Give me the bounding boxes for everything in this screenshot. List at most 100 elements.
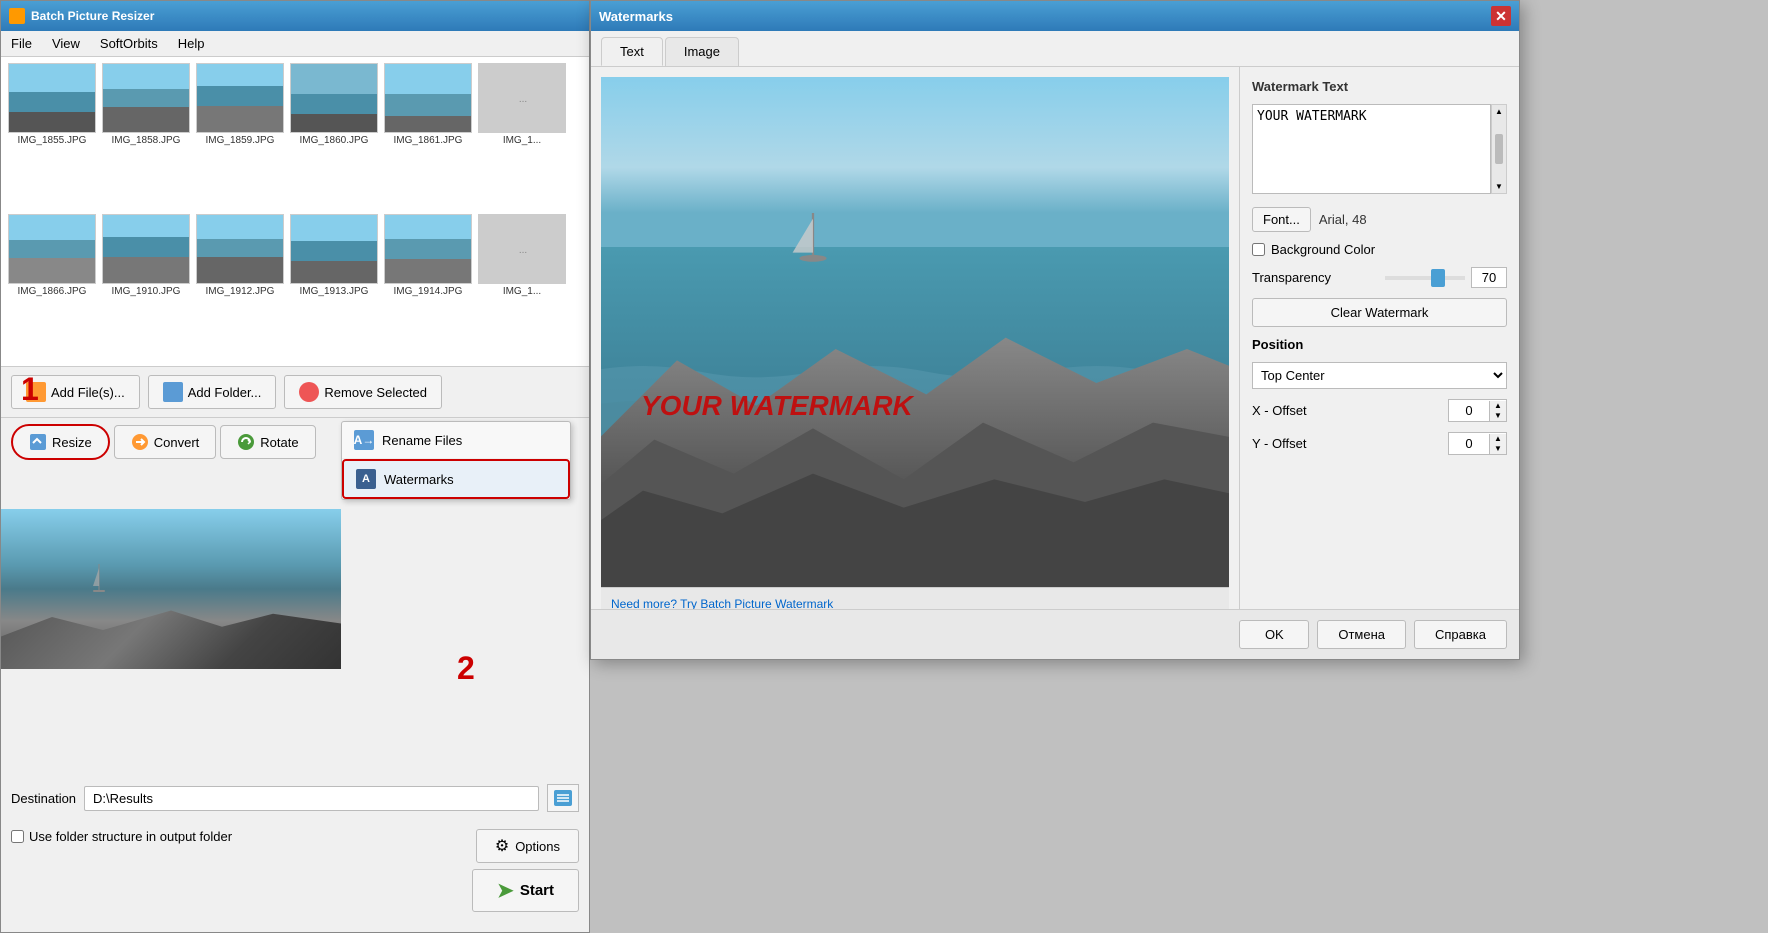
- thumbnail-image: [8, 214, 96, 284]
- transparency-value[interactable]: [1471, 267, 1507, 288]
- thumb-label: IMG_1...: [503, 135, 541, 146]
- thumbnail-image: [384, 214, 472, 284]
- options-label: Options: [515, 839, 560, 854]
- thumb-label: IMG_1866.JPG: [18, 286, 87, 297]
- watermark-text-overlay: YOUR WATERMARK: [641, 390, 913, 422]
- main-app-window: Batch Picture Resizer File View SoftOrbi…: [0, 0, 590, 933]
- bg-color-row: Background Color: [1252, 242, 1507, 257]
- thumbnail-image: [290, 63, 378, 133]
- tab-text[interactable]: Text: [601, 37, 663, 66]
- preview-scene: [1, 509, 341, 669]
- menu-file[interactable]: File: [7, 34, 36, 53]
- list-item[interactable]: IMG_1910.JPG: [101, 214, 191, 361]
- thumb-label: IMG_1914.JPG: [394, 286, 463, 297]
- add-folder-button[interactable]: Add Folder...: [148, 375, 277, 409]
- thumbnail-image: ...: [478, 63, 566, 133]
- preview-image: [601, 77, 1229, 587]
- list-item[interactable]: IMG_1913.JPG: [289, 214, 379, 361]
- rename-files-item[interactable]: A→ Rename Files: [342, 422, 570, 459]
- rocks-decoration: [1, 604, 341, 669]
- rotate-tab[interactable]: Rotate: [220, 425, 315, 459]
- ok-button[interactable]: OK: [1239, 620, 1309, 649]
- y-offset-up[interactable]: ▲: [1490, 434, 1506, 444]
- thumbnail-image: ...: [478, 214, 566, 284]
- thumbnail-strip: IMG_1855.JPG IMG_1858.JPG IMG_1859.JPG I…: [1, 57, 589, 367]
- font-row: Font... Arial, 48: [1252, 207, 1507, 232]
- font-info: Arial, 48: [1319, 212, 1367, 227]
- thumb-label: IMG_1910.JPG: [112, 286, 181, 297]
- start-button[interactable]: ➤ Start: [472, 869, 579, 912]
- scroll-down-icon[interactable]: ▼: [1495, 182, 1503, 191]
- dialog-body: YOUR WATERMARK Need more? Try Batch Pict…: [591, 67, 1519, 629]
- app-icon: [9, 8, 25, 24]
- scroll-up-icon[interactable]: ▲: [1495, 107, 1503, 116]
- preview-panel: YOUR WATERMARK Need more? Try Batch Pict…: [591, 67, 1239, 629]
- dialog-close-button[interactable]: ✕: [1491, 6, 1511, 26]
- resize-tab-label: Resize: [52, 435, 92, 450]
- font-button[interactable]: Font...: [1252, 207, 1311, 232]
- transparency-label: Transparency: [1252, 270, 1377, 285]
- thumbnail-image: [102, 214, 190, 284]
- help-button[interactable]: Справка: [1414, 620, 1507, 649]
- tab-image[interactable]: Image: [665, 37, 739, 66]
- folder-structure-checkbox[interactable]: [11, 830, 24, 843]
- y-offset-down[interactable]: ▼: [1490, 444, 1506, 454]
- list-item[interactable]: IMG_1866.JPG: [7, 214, 97, 361]
- list-item[interactable]: IMG_1912.JPG: [195, 214, 285, 361]
- browse-icon: [554, 790, 572, 806]
- menu-help[interactable]: Help: [174, 34, 209, 53]
- thumb-label: IMG_1858.JPG: [112, 135, 181, 146]
- add-folder-icon: [163, 382, 183, 402]
- list-item[interactable]: IMG_1914.JPG: [383, 214, 473, 361]
- x-offset-input-group: ▲ ▼: [1448, 399, 1507, 422]
- position-select[interactable]: Top Left Top Center Top Right Center Lef…: [1252, 362, 1507, 389]
- watermark-icon: A: [356, 469, 376, 489]
- menu-view[interactable]: View: [48, 34, 84, 53]
- bg-color-checkbox[interactable]: [1252, 243, 1265, 256]
- list-item[interactable]: IMG_1861.JPG: [383, 63, 473, 210]
- scroll-thumb: [1495, 134, 1503, 164]
- dialog-overlay: Watermarks ✕ Text Image: [590, 0, 1768, 933]
- x-offset-up[interactable]: ▲: [1490, 401, 1506, 411]
- rotate-tab-label: Rotate: [260, 435, 298, 450]
- toolbar: Add File(s)... Add Folder... Remove Sele…: [1, 367, 589, 418]
- options-button[interactable]: ⚙ Options: [476, 829, 579, 863]
- remove-selected-button[interactable]: Remove Selected: [284, 375, 442, 409]
- thumb-label: IMG_1860.JPG: [300, 135, 369, 146]
- thumb-label: IMG_1859.JPG: [206, 135, 275, 146]
- y-offset-input[interactable]: [1449, 433, 1489, 454]
- text-scrollbar[interactable]: ▲ ▼: [1491, 104, 1507, 194]
- watermarks-item[interactable]: A Watermarks: [342, 459, 570, 499]
- x-offset-input[interactable]: [1449, 400, 1489, 421]
- list-item[interactable]: IMG_1855.JPG: [7, 63, 97, 210]
- destination-input[interactable]: [84, 786, 539, 811]
- list-item[interactable]: IMG_1859.JPG: [195, 63, 285, 210]
- clear-watermark-button[interactable]: Clear Watermark: [1252, 298, 1507, 327]
- destination-browse-button[interactable]: [547, 784, 579, 812]
- resize-tab[interactable]: Resize: [11, 424, 110, 460]
- text-area-container: YOUR WATERMARK ▲ ▼: [1252, 104, 1507, 197]
- transparency-row: Transparency: [1252, 267, 1507, 288]
- convert-tab[interactable]: Convert: [114, 425, 217, 459]
- cancel-button[interactable]: Отмена: [1317, 620, 1406, 649]
- menu-softorbits[interactable]: SoftOrbits: [96, 34, 162, 53]
- list-item[interactable]: IMG_1858.JPG: [101, 63, 191, 210]
- transparency-slider[interactable]: [1385, 276, 1465, 280]
- destination-label: Destination: [11, 791, 76, 806]
- thumbnail-image: [8, 63, 96, 133]
- list-item[interactable]: ... IMG_1...: [477, 214, 567, 361]
- dialog-title: Watermarks: [599, 9, 673, 24]
- list-item[interactable]: IMG_1860.JPG: [289, 63, 379, 210]
- action-buttons: ⚙ Options ➤ Start: [472, 829, 579, 912]
- destination-row: Destination: [11, 784, 579, 812]
- watermark-text-input[interactable]: YOUR WATERMARK: [1252, 104, 1491, 194]
- bg-color-label: Background Color: [1271, 242, 1375, 257]
- list-item[interactable]: ... IMG_1...: [477, 63, 567, 210]
- x-offset-down[interactable]: ▼: [1490, 411, 1506, 421]
- start-arrow-icon: ➤: [497, 878, 514, 903]
- slider-container: [1385, 267, 1507, 288]
- thumb-label: IMG_1861.JPG: [394, 135, 463, 146]
- thumbnail-image: [196, 63, 284, 133]
- watermark-preview: YOUR WATERMARK: [601, 77, 1229, 587]
- add-files-label: Add File(s)...: [51, 385, 125, 400]
